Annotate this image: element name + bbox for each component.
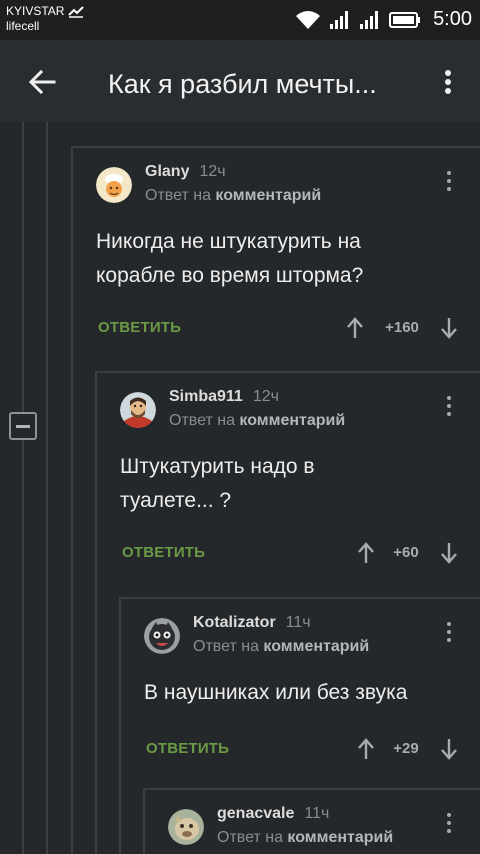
wifi-icon — [296, 10, 321, 29]
reply-to-label[interactable]: Ответ на комментарий — [169, 412, 345, 430]
thread-line — [143, 788, 145, 854]
comments-thread[interactable]: Glany 12ч Ответ на комментарий Никогда не… — [0, 122, 480, 854]
arrow-up-icon — [347, 317, 363, 338]
more-options-button[interactable] — [432, 64, 464, 100]
comment-score: +60 — [393, 544, 419, 561]
avatar[interactable] — [144, 618, 180, 654]
comment-score: +160 — [385, 319, 419, 336]
reply-button[interactable]: ОТВЕТИТЬ — [98, 319, 181, 336]
comment-text: Штукатурить надо в туалете... ? — [120, 450, 315, 518]
reply-to-prefix: Ответ на — [145, 187, 211, 204]
downvote-button[interactable] — [436, 734, 462, 764]
app-bar: Как я разбил мечты... — [0, 40, 480, 122]
comment: Glany 12ч Ответ на комментарий Никогда не… — [96, 163, 480, 353]
comment-text-line: туалете... ? — [120, 489, 232, 512]
reply-to-label[interactable]: Ответ на комментарий — [193, 638, 369, 656]
comment-author[interactable]: Glany 12ч — [145, 163, 226, 181]
comment-text: Никогда не штукатурить на корабле во вре… — [96, 225, 363, 293]
clock: 5:00 — [433, 8, 472, 30]
arrow-down-icon — [441, 543, 457, 564]
thread-line — [71, 146, 480, 148]
avatar-image — [168, 809, 204, 845]
thread-line — [143, 788, 480, 790]
reply-to-target: комментарий — [239, 412, 346, 429]
data-saver-icon — [68, 5, 85, 18]
reply-to-label[interactable]: Ответ на комментарий — [217, 829, 393, 847]
carrier-name-primary: KYIVSTAR — [6, 4, 65, 18]
back-button[interactable] — [20, 62, 64, 102]
comment: genacvale 11ч Ответ на комментарий — [168, 805, 480, 854]
collapse-thread-button[interactable] — [9, 412, 37, 440]
page-title: Как я разбил мечты... — [108, 69, 377, 99]
reply-to-prefix: Ответ на — [217, 829, 283, 846]
avatar[interactable] — [168, 809, 204, 845]
reply-to-prefix: Ответ на — [169, 412, 235, 429]
downvote-button[interactable] — [436, 313, 462, 343]
arrow-down-icon — [441, 739, 457, 760]
comment-time: 12ч — [252, 388, 279, 405]
comment-author[interactable]: Simba911 12ч — [169, 388, 279, 406]
upvote-button[interactable] — [353, 538, 379, 568]
arrow-down-icon — [441, 318, 457, 339]
comment-text-line: Штукатурить надо в — [120, 455, 315, 478]
comment-time: 11ч — [285, 614, 311, 631]
reply-button[interactable]: ОТВЕТИТЬ — [146, 740, 229, 757]
arrow-up-icon — [358, 542, 374, 563]
battery-icon — [389, 11, 421, 28]
reply-to-target: комментарий — [263, 638, 370, 655]
comment-text: В наушниках или без звука — [144, 676, 407, 710]
avatar-image — [144, 618, 180, 654]
comment-author[interactable]: genacvale 11ч — [217, 805, 329, 823]
thread-line — [119, 597, 121, 854]
comment-author[interactable]: Kotalizator 11ч — [193, 614, 311, 632]
comment-text-line: Никогда не штукатурить на — [96, 230, 361, 253]
comment: Kotalizator 11ч Ответ на комментарий В на… — [144, 614, 480, 774]
avatar-image — [96, 167, 132, 203]
status-icons: 5:00 — [295, 8, 472, 31]
comment: Simba911 12ч Ответ на комментарий Штукату… — [120, 388, 480, 578]
carrier-name-secondary: lifecell — [6, 19, 40, 33]
author-name: Kotalizator — [193, 614, 276, 631]
reply-to-label[interactable]: Ответ на комментарий — [145, 187, 321, 205]
comment-actions: ОТВЕТИТЬ +160 — [96, 313, 466, 343]
downvote-button[interactable] — [436, 538, 462, 568]
collapse-minus-icon — [16, 424, 30, 428]
comment-menu-button[interactable] — [439, 808, 459, 838]
status-bar: KYIVSTAR lifecell 5:00 — [0, 0, 480, 40]
avatar[interactable] — [120, 392, 156, 428]
avatar[interactable] — [96, 167, 132, 203]
thread-line — [46, 122, 48, 854]
reply-to-target: комментарий — [215, 187, 322, 204]
thread-line — [22, 122, 24, 854]
comment-actions: ОТВЕТИТЬ +60 — [120, 538, 466, 568]
upvote-button[interactable] — [342, 313, 368, 343]
comment-time: 11ч — [304, 805, 330, 822]
author-name: Glany — [145, 163, 190, 180]
author-name: genacvale — [217, 805, 295, 822]
comment-time: 12ч — [199, 163, 226, 180]
comment-text-line: корабле во время шторма? — [96, 264, 364, 287]
thread-line — [95, 371, 480, 373]
thread-line — [119, 597, 480, 599]
comment-menu-button[interactable] — [439, 617, 459, 647]
thread-line — [95, 371, 97, 854]
arrow-left-icon — [28, 70, 56, 94]
signal-icon-sim1 — [330, 10, 349, 29]
thread-line — [71, 146, 73, 854]
arrow-up-icon — [358, 738, 374, 759]
comment-text-line: В наушниках или без звука — [144, 681, 408, 704]
author-name: Simba911 — [169, 388, 243, 405]
reply-button[interactable]: ОТВЕТИТЬ — [122, 544, 205, 561]
comment-menu-button[interactable] — [439, 391, 459, 421]
signal-icon-sim2 — [360, 10, 379, 29]
reply-to-prefix: Ответ на — [193, 638, 259, 655]
comment-menu-button[interactable] — [439, 166, 459, 196]
upvote-button[interactable] — [353, 734, 379, 764]
comment-actions: ОТВЕТИТЬ +29 — [144, 734, 466, 764]
more-vertical-icon — [445, 70, 451, 94]
carrier-info: KYIVSTAR lifecell — [6, 4, 85, 34]
comment-score: +29 — [393, 740, 419, 757]
avatar-image — [120, 392, 156, 428]
reply-to-target: комментарий — [287, 829, 394, 846]
